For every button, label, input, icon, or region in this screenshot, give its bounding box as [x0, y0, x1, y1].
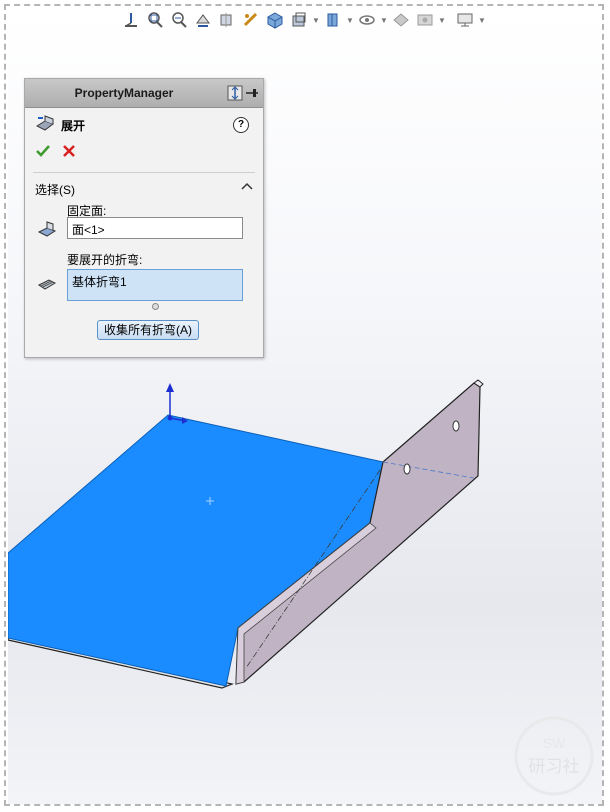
chevron-up-icon[interactable]	[241, 181, 253, 193]
graphics-area[interactable]: ▼ ▼ ▼ ▼ ▼ PropertyManager 展开 ? 选择(S) 固定面…	[8, 8, 602, 804]
selection-group-title: 选择(S)	[35, 183, 75, 197]
section-divider	[33, 172, 255, 173]
fixed-face-icon	[37, 219, 57, 239]
watermark-sw-text: SW	[543, 735, 566, 751]
watermark-logo: SW 研习社	[514, 716, 594, 796]
feature-name: 展开	[61, 118, 86, 133]
cancel-button[interactable]	[61, 143, 77, 159]
property-manager-panel: PropertyManager 展开 ? 选择(S) 固定面: 面<1> 要展开…	[24, 78, 264, 358]
fixed-face-field[interactable]: 面<1>	[67, 217, 243, 239]
feature-title-row: 展开	[35, 114, 86, 137]
bends-to-unfold-list[interactable]: 基体折弯1	[67, 269, 243, 301]
origin-point	[167, 415, 173, 421]
property-manager-title: PropertyManager	[74, 86, 174, 100]
flange-hole	[403, 463, 411, 475]
origin-arrow-y	[166, 383, 174, 392]
fixed-face	[8, 414, 384, 687]
pin-icon[interactable]	[244, 85, 260, 101]
help-icon[interactable]: ?	[233, 117, 249, 133]
property-manager-header: PropertyManager	[25, 79, 263, 108]
list-resize-handle[interactable]	[152, 303, 159, 310]
selection-group-header[interactable]: 选择(S)	[35, 179, 253, 197]
bends-to-unfold-label: 要展开的折弯:	[67, 253, 143, 267]
list-item[interactable]: 基体折弯1	[72, 273, 238, 290]
ok-button[interactable]	[35, 143, 51, 159]
flange-hole	[452, 420, 460, 432]
collect-all-bends-button[interactable]: 收集所有折弯(A)	[97, 320, 199, 340]
expand-collapse-icon[interactable]	[227, 85, 243, 101]
watermark-chars-text: 研习社	[529, 757, 580, 777]
bends-icon	[37, 275, 57, 295]
unfold-feature-icon	[35, 114, 55, 137]
